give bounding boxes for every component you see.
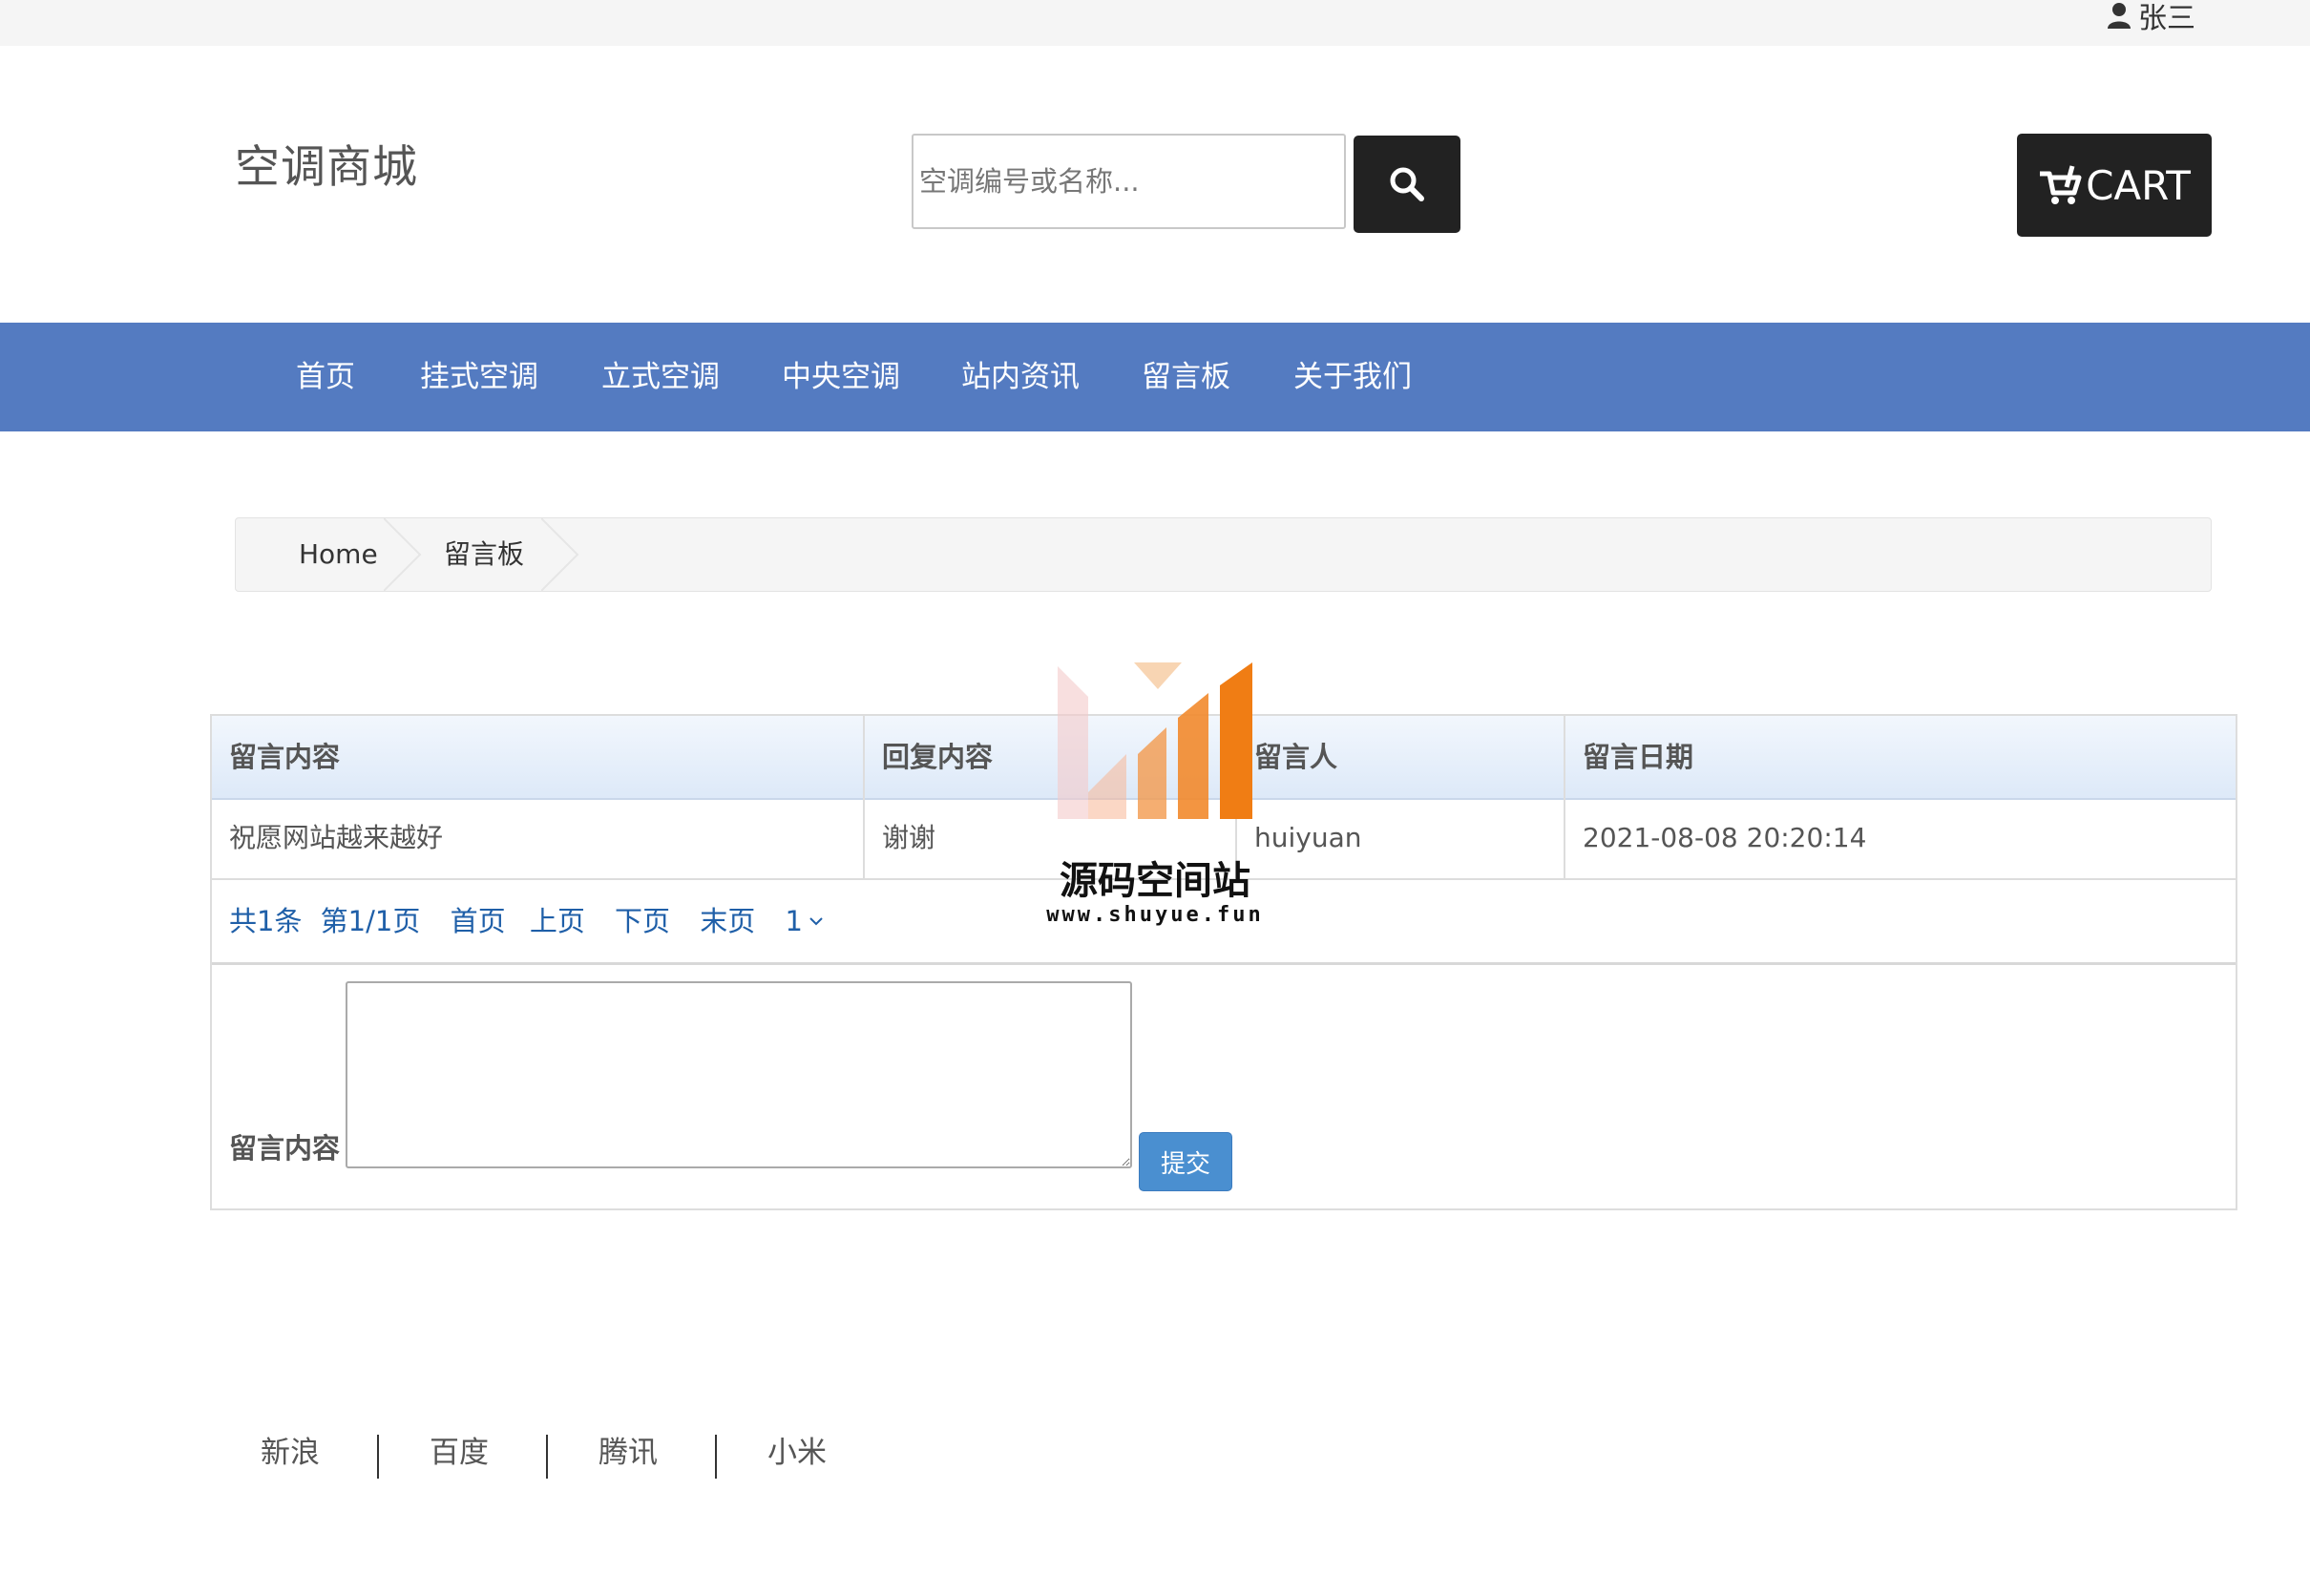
column-divider [1235,716,1237,878]
page-select[interactable]: 1 [786,880,824,962]
cell-author: huiyuan [1254,822,1362,853]
footer-link-tencent[interactable]: 腾讯 [598,1428,658,1471]
cell-reply: 谢谢 [882,822,936,853]
pager-first-link[interactable]: 首页 [451,905,506,937]
breadcrumb: Home 留言板 [235,517,2212,592]
nav-item-floor-ac[interactable]: 立式空调 [601,323,720,431]
nav-item-central-ac[interactable]: 中央空调 [782,323,900,431]
column-header-author: 留言人 [1254,741,1338,773]
search-icon [1388,165,1426,203]
footer-divider [546,1435,548,1479]
pager-last-link[interactable]: 末页 [700,905,755,937]
main-nav: 首页 挂式空调 立式空调 中央空调 站内资讯 留言板 关于我们 [0,323,2310,431]
cart-label: CART [2086,161,2191,209]
column-header-content: 留言内容 [229,741,341,773]
table-header: 留言内容 回复内容 留言人 留言日期 [212,716,2236,800]
pager-next-link[interactable]: 下页 [615,905,670,937]
section-divider [212,962,2236,965]
chevron-down-icon [808,915,824,927]
breadcrumb-separator [541,518,579,591]
footer-link-sina[interactable]: 新浪 [261,1428,320,1471]
top-bar: 张三 [0,0,2310,46]
message-textarea[interactable] [346,981,1132,1168]
user-icon [2106,2,2132,29]
pagination: 共1条 第1/1页 首页 上页 下页 末页 1 [229,880,824,962]
cart-button[interactable]: CART [2017,134,2212,237]
pager-prev-link[interactable]: 上页 [530,905,585,937]
user-menu[interactable]: 张三 [2106,0,2195,36]
footer-link-baidu[interactable]: 百度 [430,1428,489,1471]
pager-total: 共1条 [229,905,303,937]
column-header-reply: 回复内容 [882,741,994,773]
breadcrumb-separator [384,518,422,591]
footer-divider [715,1435,717,1479]
column-divider [863,716,865,878]
nav-item-home[interactable]: 首页 [296,323,355,431]
footer-link-xiaomi[interactable]: 小米 [767,1428,827,1471]
nav-item-about[interactable]: 关于我们 [1293,323,1412,431]
message-table: 留言内容 回复内容 留言人 留言日期 祝愿网站越来越好 谢谢 huiyuan 2… [210,714,2237,1210]
search-button[interactable] [1354,136,1460,233]
footer-divider [377,1435,379,1479]
nav-item-wall-ac[interactable]: 挂式空调 [420,323,538,431]
cell-date: 2021-08-08 20:20:14 [1583,822,1867,853]
nav-item-message-board[interactable]: 留言板 [1142,323,1230,431]
column-divider [1564,716,1565,878]
submit-button[interactable]: 提交 [1139,1132,1232,1191]
breadcrumb-current: 留言板 [444,538,525,570]
user-name: 张三 [2138,2,2195,35]
search-input[interactable] [912,134,1346,229]
nav-item-news[interactable]: 站内资讯 [961,323,1080,431]
breadcrumb-home[interactable]: Home [299,518,378,591]
page-select-value: 1 [785,905,803,937]
cart-icon [2038,164,2082,206]
site-logo[interactable]: 空调商城 [235,130,418,196]
form-label-content: 留言内容 [229,1132,341,1165]
pager-page-info: 第1/1页 [320,905,421,937]
cell-content: 祝愿网站越来越好 [229,822,444,853]
column-header-date: 留言日期 [1583,741,1694,773]
